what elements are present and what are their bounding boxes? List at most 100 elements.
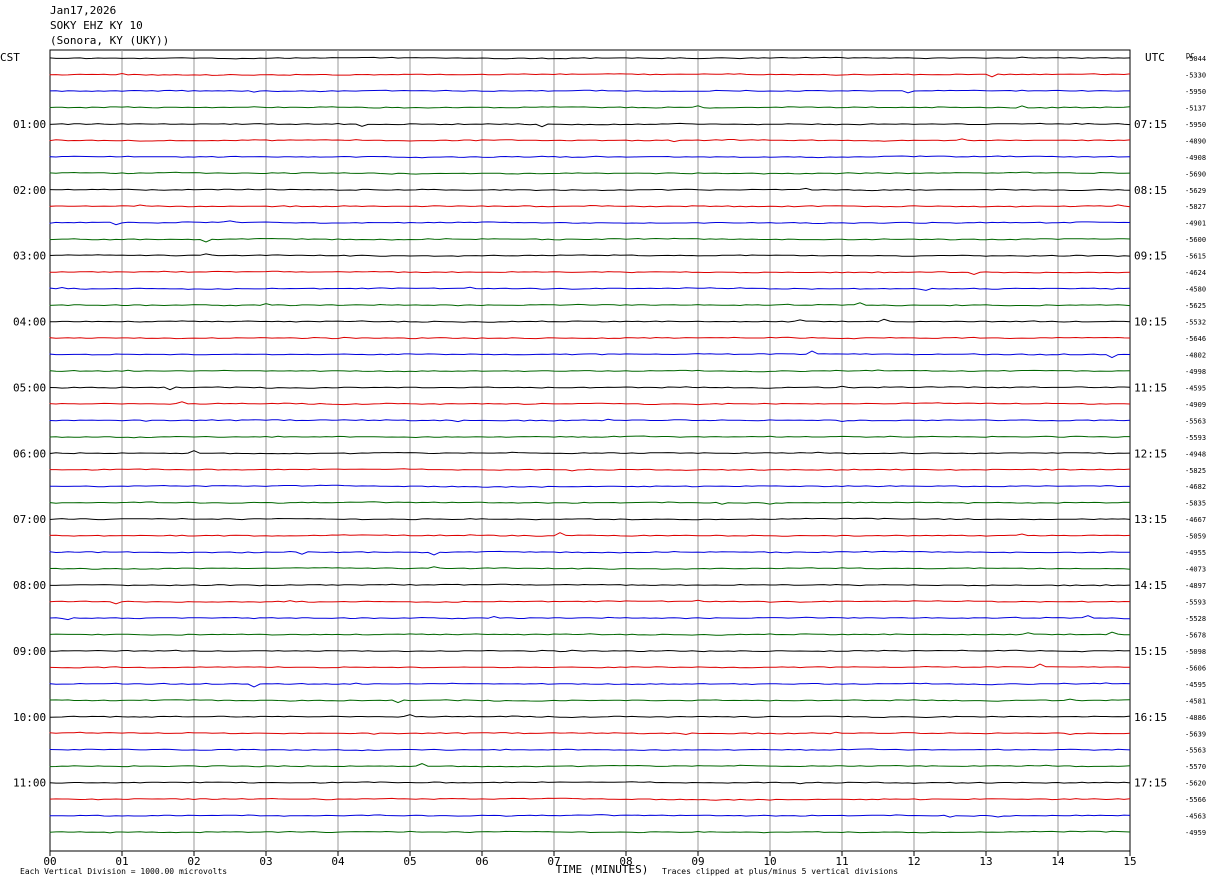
utc-hour-label: 08:15 bbox=[1134, 184, 1167, 197]
trace-line bbox=[49, 550, 1130, 556]
dc-offset-label: -4955 bbox=[1185, 549, 1206, 557]
trace-line bbox=[49, 450, 1131, 455]
trace-line bbox=[49, 830, 1131, 834]
trace-line bbox=[49, 781, 1131, 785]
trace-line bbox=[49, 350, 1131, 359]
dc-offset-label: -4890 bbox=[1185, 137, 1206, 145]
date-label: Jan17,2026 bbox=[50, 4, 117, 17]
trace-line bbox=[49, 318, 1131, 323]
trace-line bbox=[49, 435, 1130, 439]
dc-offset-label: -5615 bbox=[1185, 253, 1206, 261]
utc-hour-label: 17:15 bbox=[1134, 777, 1167, 790]
dc-offset-label: -5563 bbox=[1185, 747, 1206, 755]
dc-offset-label: -4909 bbox=[1185, 401, 1206, 409]
dc-offset-label: -5593 bbox=[1185, 599, 1206, 607]
cst-hour-label: 03:00 bbox=[13, 250, 46, 263]
trace-line bbox=[49, 566, 1131, 570]
trace-line bbox=[49, 385, 1131, 391]
trace-line bbox=[49, 501, 1131, 505]
dc-offset-label: -5835 bbox=[1185, 500, 1206, 508]
trace-line bbox=[49, 270, 1131, 276]
trace-line bbox=[49, 155, 1131, 159]
utc-hour-label: 13:15 bbox=[1134, 513, 1167, 526]
trace-line bbox=[49, 468, 1131, 472]
trace-line bbox=[49, 89, 1130, 94]
trace-line bbox=[49, 484, 1130, 488]
cst-hour-label: 08:00 bbox=[13, 579, 46, 592]
trace-line bbox=[49, 72, 1131, 78]
trace-line bbox=[49, 682, 1131, 688]
dc-offset-label: -4581 bbox=[1185, 697, 1206, 705]
dc-offset-label: -4595 bbox=[1185, 384, 1206, 392]
cst-hour-label: 01:00 bbox=[13, 118, 46, 131]
trace-line bbox=[49, 615, 1130, 621]
dc-offset-label: -5137 bbox=[1185, 104, 1206, 112]
dc-offset-label: -4073 bbox=[1185, 566, 1206, 574]
plot-frame bbox=[49, 49, 1131, 852]
dc-offset-label: -5330 bbox=[1185, 71, 1206, 79]
trace-line bbox=[49, 714, 1131, 719]
trace-line bbox=[49, 797, 1131, 801]
helicorder-plot: 00 01 02 03 04 05 06 07 08 09 10 11 12 13 14 15TIME (MI… bbox=[0, 49, 1206, 876]
x-tick-label: 06 bbox=[475, 855, 488, 868]
cst-hour-label: 04:00 bbox=[13, 316, 46, 329]
location-label: (Sonora, KY (UKY)) bbox=[50, 34, 170, 47]
utc-axis-label: UTC bbox=[1145, 51, 1165, 64]
utc-hour-label: 11:15 bbox=[1134, 381, 1167, 394]
trace-line bbox=[49, 532, 1131, 537]
cst-hour-label: 10:00 bbox=[13, 711, 46, 724]
dc-offset-label: -5950 bbox=[1185, 121, 1206, 129]
trace-line bbox=[49, 56, 1131, 60]
x-tick-label: 12 bbox=[907, 855, 920, 868]
trace-line bbox=[49, 302, 1131, 307]
dc-offset-label: -5606 bbox=[1185, 664, 1206, 672]
dc-offset-label: -4901 bbox=[1185, 220, 1206, 228]
trace-line bbox=[49, 649, 1131, 653]
x-tick-label: 13 bbox=[979, 855, 992, 868]
dc-offset-label: -4667 bbox=[1185, 516, 1206, 524]
trace-line bbox=[49, 187, 1131, 192]
trace-line bbox=[49, 122, 1131, 128]
dc-offset-label: -5532 bbox=[1185, 319, 1206, 327]
dc-offset-label: -4595 bbox=[1185, 681, 1206, 689]
dc-offset-label: -5600 bbox=[1185, 236, 1206, 244]
trace-line bbox=[49, 286, 1131, 291]
trace-line bbox=[49, 663, 1131, 669]
dc-offset-label: -4624 bbox=[1185, 269, 1206, 277]
trace-line bbox=[49, 171, 1131, 175]
trace-line bbox=[49, 237, 1131, 243]
trace-line bbox=[49, 763, 1131, 768]
dc-offset-label: -5646 bbox=[1185, 335, 1206, 343]
dc-offset-label: -5528 bbox=[1185, 615, 1206, 623]
dc-offset-label: -5593 bbox=[1185, 434, 1206, 442]
dc-offset-label: -4897 bbox=[1185, 582, 1206, 590]
cst-hour-label: 07:00 bbox=[13, 513, 46, 526]
trace-line bbox=[49, 204, 1131, 208]
trace-line bbox=[49, 401, 1131, 406]
trace-line bbox=[49, 253, 1131, 257]
dc-offset-label: -5059 bbox=[1185, 533, 1206, 541]
cst-hour-label: 06:00 bbox=[13, 447, 46, 460]
trace-line bbox=[49, 105, 1131, 109]
dc-offset-label: -5690 bbox=[1185, 170, 1206, 178]
dc-offset-label: -4959 bbox=[1185, 829, 1206, 837]
utc-hour-label: 10:15 bbox=[1134, 316, 1167, 329]
utc-hour-label: 15:15 bbox=[1134, 645, 1167, 658]
utc-hour-label: 16:15 bbox=[1134, 711, 1167, 724]
utc-hour-label: 07:15 bbox=[1134, 118, 1167, 131]
cst-hour-label: 02:00 bbox=[13, 184, 46, 197]
dc-offset-label: -5678 bbox=[1185, 631, 1206, 639]
trace-line bbox=[49, 631, 1131, 636]
dc-offset-label: -5950 bbox=[1185, 88, 1206, 96]
cst-hour-label: 09:00 bbox=[13, 645, 46, 658]
cst-hour-label: 05:00 bbox=[13, 381, 46, 394]
utc-hour-label: 14:15 bbox=[1134, 579, 1167, 592]
station-label: SOKY EHZ KY 10 bbox=[50, 19, 143, 32]
trace-line bbox=[49, 369, 1131, 373]
footer-scale-note: Each Vertical Division = 1000.00 microvo… bbox=[20, 867, 228, 876]
dc-offset-label: -5570 bbox=[1185, 763, 1206, 771]
dc-offset-label: -4580 bbox=[1185, 286, 1206, 294]
trace-line bbox=[49, 698, 1131, 704]
dc-offset-label: -5620 bbox=[1185, 780, 1206, 788]
x-tick-label: 04 bbox=[331, 855, 345, 868]
